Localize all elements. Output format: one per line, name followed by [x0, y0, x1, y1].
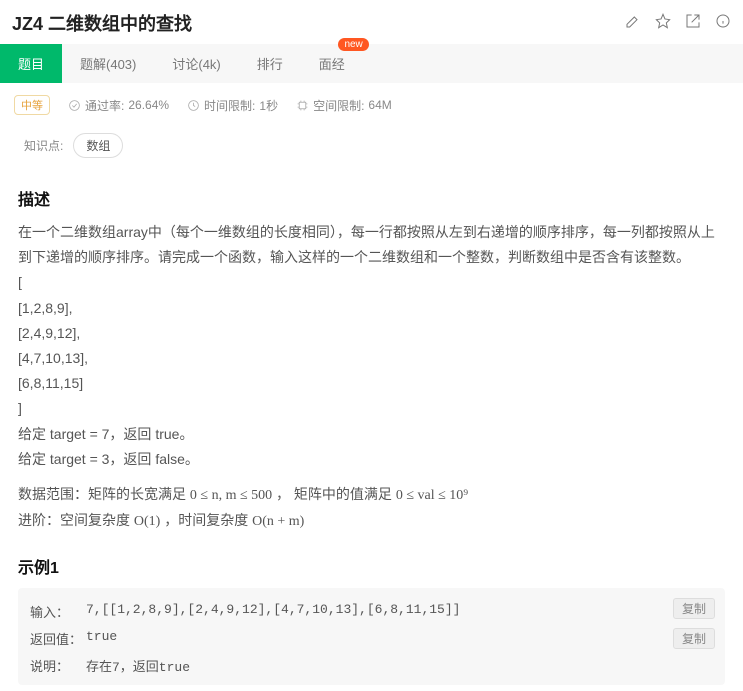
matrix-line-0: [	[18, 270, 725, 295]
description-body: 在一个二维数组array中（每个一维数组的长度相同），每一行都按照从左到右递增的…	[18, 220, 725, 534]
range-formula-1: 0 ≤ n, m ≤ 500	[190, 488, 272, 503]
example1-heading: 示例1	[18, 554, 725, 578]
matrix-line-2: [2,4,9,12],	[18, 321, 725, 346]
check-circle-icon	[68, 99, 81, 112]
knowledge-row: 知识点: 数组	[0, 127, 743, 172]
memory-limit: 空间限制: 64M	[296, 97, 392, 114]
return-value: true	[86, 629, 713, 644]
copy-input-button[interactable]: 复制	[673, 598, 715, 619]
advance-formula-2: O(n + m)	[252, 514, 304, 529]
mem-label: 空间限制:	[313, 97, 364, 114]
advance-pre: 进阶：空间复杂度	[18, 512, 134, 528]
pass-rate: 通过率: 26.64%	[68, 97, 169, 114]
star-icon[interactable]	[655, 13, 671, 34]
copy-return-button[interactable]: 复制	[673, 628, 715, 649]
advance: 进阶：空间复杂度 O(1) ，时间复杂度 O(n + m)	[18, 508, 725, 534]
tab-rank[interactable]: 排行	[239, 44, 301, 83]
header-icon-group	[625, 13, 731, 34]
input-value: 7,[[1,2,8,9],[2,4,9,12],[4,7,10,13],[6,8…	[86, 602, 713, 617]
pass-label: 通过率:	[85, 97, 124, 114]
edit-icon[interactable]	[625, 13, 641, 34]
explain-value: 存在7，返回true	[86, 656, 713, 675]
tab-problem[interactable]: 题目	[0, 44, 62, 83]
example1-box: 复制 复制 输入： 7,[[1,2,8,9],[2,4,9,12],[4,7,1…	[18, 588, 725, 685]
range-pre: 数据范围：矩阵的长宽满足	[18, 486, 190, 502]
target-true: 给定 target = 7，返回 true。	[18, 422, 725, 447]
knowledge-label: 知识点:	[24, 137, 63, 154]
input-label: 输入：	[30, 602, 86, 621]
return-label: 返回值：	[30, 629, 86, 648]
time-value: 1秒	[259, 97, 278, 114]
matrix-line-4: [6,8,11,15]	[18, 371, 725, 396]
matrix-line-5: ]	[18, 396, 725, 421]
clock-icon	[187, 99, 200, 112]
mem-value: 64M	[368, 98, 391, 112]
time-label: 时间限制:	[204, 97, 255, 114]
new-badge: new	[338, 38, 368, 51]
desc-paragraph: 在一个二维数组array中（每个一维数组的长度相同），每一行都按照从左到右递增的…	[18, 220, 725, 270]
time-limit: 时间限制: 1秒	[187, 97, 278, 114]
target-false: 给定 target = 3，返回 false。	[18, 447, 725, 472]
info-icon[interactable]	[715, 13, 731, 34]
matrix-line-1: [1,2,8,9],	[18, 296, 725, 321]
advance-formula-1: O(1)	[134, 514, 160, 529]
tab-discussion[interactable]: 讨论(4k)	[154, 44, 238, 83]
range-mid: ， 矩阵中的值满足	[276, 486, 396, 502]
tab-interview-label: 面经	[319, 57, 345, 72]
advance-mid: ，时间复杂度	[164, 512, 252, 528]
description-heading: 描述	[18, 186, 725, 210]
data-range: 数据范围：矩阵的长宽满足 0 ≤ n, m ≤ 500 ， 矩阵中的值满足 0 …	[18, 482, 725, 508]
tab-interview[interactable]: 面经 new	[301, 44, 363, 83]
range-formula-2: 0 ≤ val ≤ 10⁹	[396, 488, 468, 503]
pass-value: 26.64%	[128, 98, 169, 112]
matrix-line-3: [4,7,10,13],	[18, 346, 725, 371]
explain-label: 说明：	[30, 656, 86, 675]
meta-bar: 中等 通过率: 26.64% 时间限制: 1秒 空间限制: 64M	[0, 83, 743, 127]
tab-bar: 题目 题解(403) 讨论(4k) 排行 面经 new	[0, 44, 743, 83]
share-icon[interactable]	[685, 13, 701, 34]
difficulty-badge: 中等	[14, 95, 50, 115]
chip-icon	[296, 99, 309, 112]
tab-solution[interactable]: 题解(403)	[62, 44, 154, 83]
knowledge-tag[interactable]: 数组	[73, 133, 123, 158]
page-title: JZ4 二维数组中的查找	[12, 10, 192, 36]
